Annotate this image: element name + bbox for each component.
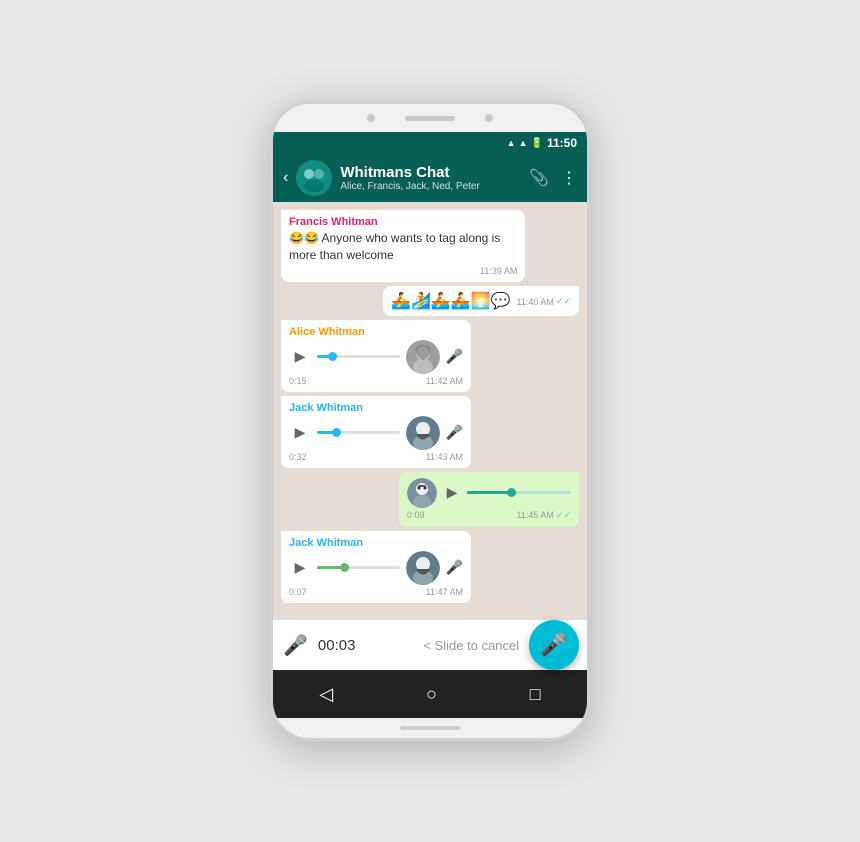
voice-message-alice: ▶ [289, 340, 463, 374]
msg-text-1: 😂😂 Anyone who wants to tag along is more… [289, 230, 517, 264]
voice-message-jack-2: ▶ [289, 551, 463, 585]
phone-camera [367, 114, 375, 122]
voice-mic-icon: 🎤 [446, 348, 463, 365]
status-icons: ▲ ▲ 🔋 [507, 138, 543, 149]
play-button-jack-2[interactable]: ▶ [289, 557, 311, 579]
message-6: Jack Whitman ▶ [281, 531, 471, 603]
voice-mic-icon-3: 🎤 [446, 559, 463, 576]
phone-device: ▲ ▲ 🔋 11:50 ‹ Whitmans Chat [270, 101, 590, 741]
msg-sender-jack-2: Jack Whitman [289, 537, 463, 549]
voice-bar-jack-2 [317, 566, 400, 569]
voice-bar-alice [317, 355, 400, 358]
more-icon[interactable]: ⋮ [561, 168, 577, 188]
group-avatar-img [296, 160, 332, 196]
battery-icon: 🔋 [531, 138, 543, 149]
voice-fill-3 [317, 566, 342, 569]
back-button[interactable]: ‹ [283, 169, 288, 187]
phone-top-bar [273, 104, 587, 132]
mic-fab-icon: 🎤 [540, 632, 567, 658]
play-button-alice[interactable]: ▶ [289, 346, 311, 368]
play-button-jack[interactable]: ▶ [289, 422, 311, 444]
chat-body: Francis Whitman 😂😂 Anyone who wants to t… [273, 202, 587, 620]
status-bar: ▲ ▲ 🔋 11:50 [273, 132, 587, 154]
emoji-content: 🚣🏄🚣🚣🌅💬 [391, 291, 511, 311]
voice-progress-bar [317, 355, 400, 358]
group-avatar [296, 160, 332, 196]
check-icon-5: ✓✓ [556, 510, 571, 521]
recording-mic-icon: 🎤 [283, 633, 308, 658]
recording-time: 00:03 [318, 637, 356, 654]
play-icon: ▶ [295, 348, 306, 365]
msg-time-1: 11:39 AM [289, 266, 517, 276]
message-2: 🚣🏄🚣🚣🌅💬 11:40 AM ✓✓ [383, 286, 579, 316]
message-5: ▶ 0:09 11:45 AM ✓✓ [399, 472, 579, 527]
voice-bar-jack [317, 431, 400, 434]
voice-progress-bar-2 [317, 431, 400, 434]
wifi-icon: ▲ [507, 138, 516, 148]
voice-message-jack: ▶ [289, 416, 463, 450]
voice-dot-2 [332, 428, 341, 437]
message-1: Francis Whitman 😂😂 Anyone who wants to t… [281, 210, 525, 282]
mic-fab-button[interactable]: 🎤 [529, 620, 579, 670]
signal-icon: ▲ [519, 138, 528, 148]
voice-bar-out [467, 491, 571, 494]
header-actions: 📎 ⋮ [529, 168, 577, 188]
android-nav-bar: ◁ ○ □ [273, 670, 587, 718]
msg-time-6: 0:07 11:47 AM [289, 587, 463, 597]
play-button-out[interactable]: ▶ [441, 482, 463, 504]
voice-mic-icon-2: 🎤 [446, 424, 463, 441]
message-4: Jack Whitman ▶ [281, 396, 471, 468]
phone-camera-right [485, 114, 493, 122]
outgoing-avatar [407, 478, 437, 508]
phone-chin [273, 718, 587, 738]
voice-progress-bar-3 [317, 566, 400, 569]
chat-title: Whitmans Chat [340, 164, 521, 181]
play-icon-3: ▶ [295, 559, 306, 576]
recording-bar: 🎤 00:03 < Slide to cancel 🎤 [273, 620, 587, 670]
nav-recent-icon[interactable]: □ [530, 684, 541, 705]
voice-dot [328, 352, 337, 361]
alice-avatar [406, 340, 440, 374]
attach-icon[interactable]: 📎 [529, 168, 549, 188]
phone-speaker [405, 116, 455, 121]
msg-sender-francis: Francis Whitman [289, 216, 517, 228]
voice-dot-3 [340, 563, 349, 572]
msg-sender-jack: Jack Whitman [289, 402, 463, 414]
msg-time-2: 11:40 AM ✓✓ [517, 296, 571, 307]
message-3: Alice Whitman ▶ [281, 320, 471, 392]
chat-header: ‹ Whitmans Chat Alice, Francis, Jack, Ne… [273, 154, 587, 202]
voice-progress-bar-out [467, 491, 571, 494]
outgoing-voice-row: ▶ [407, 478, 571, 508]
double-check-icon: ✓✓ [556, 296, 571, 307]
msg-sender-alice: Alice Whitman [289, 326, 463, 338]
msg-time-4: 0:32 11:43 AM [289, 452, 463, 462]
chin-bar [400, 726, 460, 730]
play-icon-out: ▶ [447, 484, 458, 501]
voice-fill-out [467, 491, 509, 494]
header-info: Whitmans Chat Alice, Francis, Jack, Ned,… [340, 164, 521, 192]
msg-time-5: 0:09 11:45 AM ✓✓ [407, 510, 571, 521]
nav-back-icon[interactable]: ◁ [319, 684, 333, 705]
chat-subtitle: Alice, Francis, Jack, Ned, Peter [340, 181, 521, 192]
voice-dot-out [507, 488, 516, 497]
phone-screen: ▲ ▲ 🔋 11:50 ‹ Whitmans Chat [273, 132, 587, 718]
jack-avatar [406, 416, 440, 450]
nav-home-icon[interactable]: ○ [426, 684, 437, 705]
play-icon-2: ▶ [295, 424, 306, 441]
jack-avatar-2 [406, 551, 440, 585]
status-time: 11:50 [547, 136, 577, 150]
msg-time-3: 0:15 11:42 AM [289, 376, 463, 386]
